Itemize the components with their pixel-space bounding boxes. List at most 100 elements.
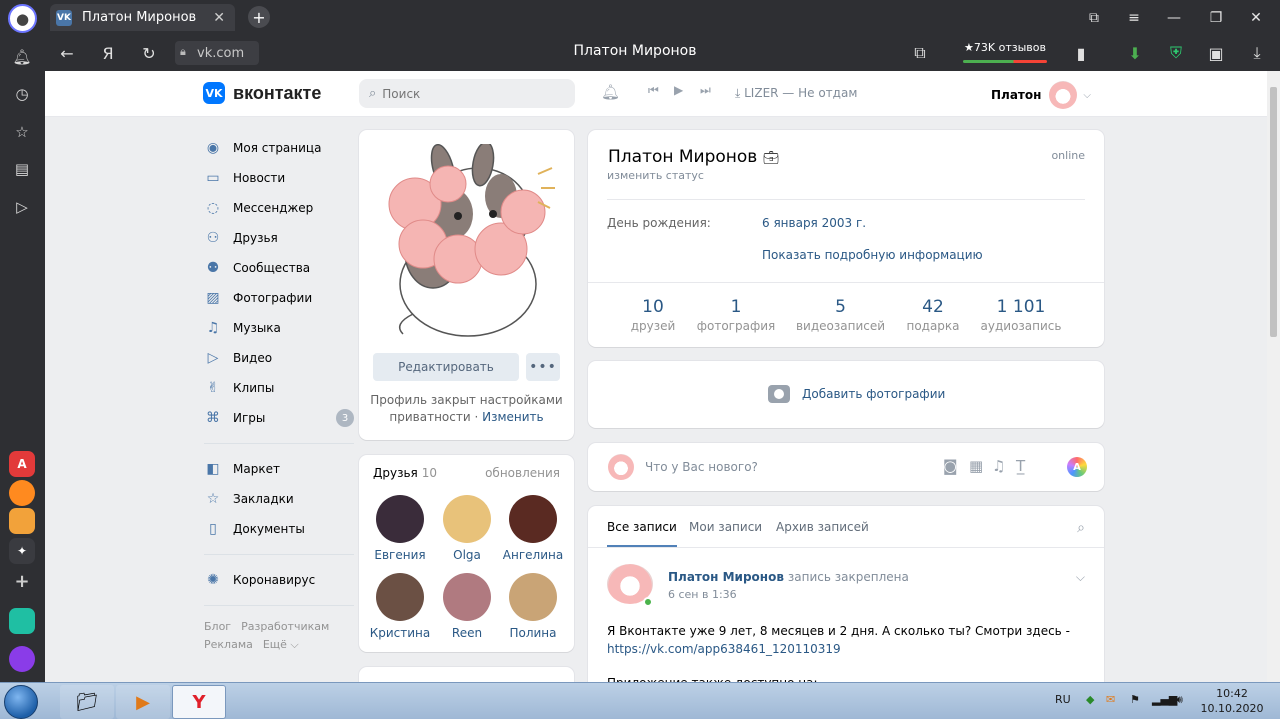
attach-photo-icon[interactable]: ◙ <box>943 457 958 475</box>
now-playing[interactable]: ⤓ LIZER — Не отдам <box>735 86 857 101</box>
add-photos-button[interactable]: Добавить фотографии <box>768 385 945 403</box>
network-signal-icon[interactable]: ▂▄▆ <box>1152 693 1177 706</box>
user-menu[interactable]: Платон ⌵ <box>991 81 1091 109</box>
yandex-browser-icon[interactable]: Y <box>172 685 226 719</box>
friend-item[interactable]: Reen <box>434 573 500 640</box>
post-author-link[interactable]: Платон Миронов <box>668 570 784 584</box>
tab-switch-icon[interactable]: ⧉ <box>909 42 931 64</box>
show-details-link[interactable]: Показать подробную информацию <box>762 248 983 262</box>
footer-link-blog[interactable]: Блог <box>204 620 231 633</box>
new-tab-button[interactable]: + <box>248 6 270 28</box>
post-link[interactable]: https://vk.com/app638461_120110319 <box>607 640 1077 658</box>
extension-chat-icon[interactable]: ▣ <box>1205 42 1227 64</box>
address-field[interactable]: 🔒︎ vk.com <box>175 41 259 65</box>
sidebar-app-sparkle-icon[interactable]: ✦ <box>9 538 35 564</box>
previous-track-icon[interactable]: ⏮ <box>648 83 659 98</box>
sidebar-item-bookmarks[interactable]: ☆ Закладки <box>204 484 354 514</box>
friend-item[interactable]: Ангелина <box>500 495 566 562</box>
birthday-value[interactable]: 6 января 2003 г. <box>762 216 866 230</box>
sidebar-item-messenger[interactable]: ◌ Мессенджер <box>204 193 354 223</box>
counter-gifts[interactable]: 42 подарка <box>898 297 968 333</box>
sidebar-item-communities[interactable]: ⚉ Сообщества <box>204 253 354 283</box>
friend-item[interactable]: Полина <box>500 573 566 640</box>
sidebar-item-friends[interactable]: ⚇ Друзья <box>204 223 354 253</box>
close-tab-icon[interactable]: ✕ <box>213 10 225 26</box>
yandex-home-icon[interactable]: Я <box>97 42 119 64</box>
page-scrollbar[interactable] <box>1267 71 1280 682</box>
language-indicator[interactable]: RU <box>1055 693 1071 706</box>
system-clock[interactable]: 10:42 10.10.2020 <box>1199 686 1265 716</box>
sidebar-app-orange-icon[interactable] <box>9 480 35 506</box>
sidebar-item-video[interactable]: ▷ Видео <box>204 343 354 373</box>
friend-item[interactable]: Olga <box>434 495 500 562</box>
friend-item[interactable]: Кристина <box>367 573 433 640</box>
change-status-link[interactable]: изменить статус <box>607 169 704 182</box>
footer-link-ads[interactable]: Реклама <box>204 638 253 651</box>
sidebar-item-coronavirus[interactable]: ✺ Коронавирус <box>204 565 354 595</box>
extension-download-icon[interactable]: ⬇ <box>1124 42 1146 64</box>
browser-menu-icon[interactable]: ≡ <box>1124 8 1144 28</box>
more-actions-button[interactable]: ••• <box>526 353 560 381</box>
friend-item[interactable]: Евгения <box>367 495 433 562</box>
browser-profile-icon[interactable]: ● <box>8 4 37 33</box>
footer-link-more[interactable]: Ещё ⌵ <box>263 638 299 651</box>
vk-logo[interactable]: VK вконтакте <box>203 82 321 104</box>
change-privacy-link[interactable]: Изменить <box>482 410 544 424</box>
tab-archive[interactable]: Архив записей <box>776 520 869 534</box>
friends-updates-link[interactable]: обновления <box>485 466 560 480</box>
sidebar-add-icon[interactable]: + <box>9 568 35 594</box>
bookmark-manager-icon[interactable]: ⧉ <box>1084 8 1104 28</box>
explorer-icon[interactable]: 📁︎ <box>60 685 114 719</box>
sidebar-item-photos[interactable]: ▨ Фотографии <box>204 283 354 313</box>
attach-video-icon[interactable]: ▦ <box>969 457 983 475</box>
friends-header[interactable]: Друзья 10 <box>373 466 437 480</box>
search-icon[interactable]: ⌕ <box>1077 520 1085 536</box>
sidebar-item-games[interactable]: ⌘ Игры 3 <box>204 403 354 433</box>
sidebar-app-a-icon[interactable]: A <box>9 451 35 477</box>
notifications-bell-icon[interactable]: 🔔︎ <box>601 83 620 101</box>
profile-photo[interactable] <box>373 141 560 344</box>
tab-my-posts[interactable]: Мои записи <box>689 520 762 534</box>
footer-link-developers[interactable]: Разработчикам <box>241 620 329 633</box>
sidebar-item-documents[interactable]: ▯ Документы <box>204 514 354 544</box>
counter-friends[interactable]: 10 друзей <box>618 297 688 333</box>
tray-app-icon[interactable]: ◆ <box>1086 693 1094 706</box>
attach-music-icon[interactable]: ♫ <box>992 457 1005 475</box>
tray-flag-icon[interactable]: ⚑ <box>1130 693 1140 706</box>
reload-icon[interactable]: ↻ <box>138 42 160 64</box>
extension-shield-icon[interactable]: ⛨ <box>1165 42 1187 64</box>
new-post-input[interactable]: Что у Вас нового? <box>645 460 758 474</box>
notifications-bell-icon[interactable]: 🔔︎ <box>10 45 34 69</box>
reviews-badge[interactable]: ★73K отзывов <box>959 41 1051 65</box>
chevron-down-icon[interactable]: ⌵ <box>1076 570 1085 585</box>
minimize-icon[interactable]: — <box>1164 8 1184 28</box>
bookmarks-star-icon[interactable]: ☆ <box>10 120 34 144</box>
sidebar-item-my-page[interactable]: ◉ Моя страница <box>204 133 354 163</box>
browser-tab-active[interactable]: VK Платон Миронов ✕ <box>50 4 235 31</box>
play-icon[interactable]: ▶ <box>674 83 683 97</box>
media-play-icon[interactable]: ▷ <box>10 195 34 219</box>
history-clock-icon[interactable]: ◷ <box>10 82 34 106</box>
scrollbar-thumb[interactable] <box>1270 87 1277 337</box>
next-track-icon[interactable]: ⏭ <box>700 83 711 98</box>
text-format-icon[interactable]: T̲ <box>1016 457 1025 475</box>
counter-photos[interactable]: 1 фотография <box>696 297 776 333</box>
volume-icon[interactable]: 🔊︎ <box>1176 693 1183 707</box>
sidebar-app-send-icon[interactable] <box>9 608 35 634</box>
restore-icon[interactable]: ❐ <box>1206 8 1226 28</box>
search-input[interactable] <box>382 86 553 101</box>
search-box[interactable]: ⌕ <box>359 79 575 108</box>
close-window-icon[interactable]: ✕ <box>1246 8 1266 28</box>
counter-audio[interactable]: 1 101 аудиозапись <box>978 297 1064 333</box>
sidebar-item-clips[interactable]: ✌ Клипы <box>204 373 354 403</box>
sidebar-app-film-icon[interactable] <box>9 508 35 534</box>
bookmark-icon[interactable]: ▮ <box>1070 42 1092 64</box>
tab-all-posts[interactable]: Все записи <box>607 520 677 547</box>
collections-icon[interactable]: ▤ <box>10 157 34 181</box>
counter-videos[interactable]: 5 видеозаписей <box>793 297 888 333</box>
edit-profile-button[interactable]: Редактировать <box>373 353 519 381</box>
sidebar-item-news[interactable]: ▭ Новости <box>204 163 354 193</box>
post-art-icon[interactable]: A <box>1067 457 1087 477</box>
sidebar-app-alice-icon[interactable] <box>9 646 35 672</box>
sidebar-item-market[interactable]: ◧ Маркет <box>204 454 354 484</box>
